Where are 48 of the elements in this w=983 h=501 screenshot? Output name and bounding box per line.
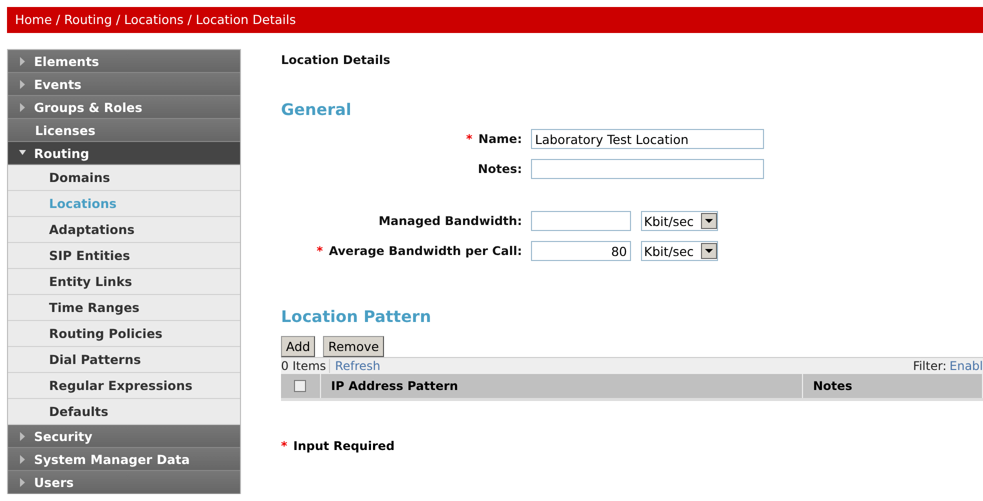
sidebar-group[interactable]: Events [8,73,240,96]
sidebar-item[interactable]: Dial Patterns [8,347,240,373]
page-title: Location Details [281,53,392,67]
caret-down-icon [19,148,26,158]
caret-right-icon [19,478,26,486]
sidebar-group[interactable]: System Manager Data [8,448,240,471]
field-label: Notes: [476,162,522,176]
unit-dropdown[interactable]: Kbit/sec [641,211,718,231]
caret-right-icon [19,102,26,112]
sidebar-group[interactable]: Groups & Roles [8,96,240,119]
filter-link[interactable]: Enabl [946,359,983,373]
sidebar-group[interactable]: Routing [8,142,240,165]
caret-right-icon [19,80,26,88]
required-note: * Input Required [281,439,396,453]
sidebar-item[interactable]: Routing Policies [8,321,240,347]
unit-dropdown[interactable]: Kbit/sec [641,241,718,261]
column-header: IP Address Pattern [331,379,458,393]
column-header: Notes [813,379,852,393]
bandwidth-field[interactable] [531,211,631,231]
caret-right-icon [19,432,26,440]
bandwidth-field[interactable]: 80 [531,241,631,261]
sidebar-item[interactable]: Regular Expressions [8,373,240,399]
section-title: Location Pattern [281,307,432,326]
caret-right-icon [19,56,26,66]
text-field[interactable] [531,159,764,179]
item-count: 0 Items [281,359,326,373]
sidebar-item[interactable]: Defaults [8,399,240,425]
field-label: Managed Bandwidth: [378,214,522,228]
action-button[interactable]: Add [281,336,316,357]
sidebar-item[interactable]: Domains [8,165,240,191]
field-label: * Average Bandwidth per Call: [316,244,522,258]
sidebar-item[interactable]: Adaptations [8,217,240,243]
sidebar-group[interactable]: Licenses [8,119,240,142]
refresh-link[interactable]: Refresh [329,359,380,373]
action-button[interactable]: Remove [323,336,384,357]
section-title: General [281,100,352,119]
sidebar-item[interactable]: Entity Links [8,269,240,295]
breadcrumb-bar: Home / Routing / Locations / Location Details [7,7,983,33]
text-field[interactable]: Laboratory Test Location [531,129,764,149]
sidebar-group[interactable]: Users [8,471,240,494]
sidebar-group[interactable]: Elements [8,50,240,73]
caret-right-icon [19,454,26,464]
field-label: * Name: [465,132,522,146]
sidebar-item[interactable]: SIP Entities [8,243,240,269]
sidebar-item[interactable]: Time Ranges [8,295,240,321]
filter-label: Filter: [912,359,946,373]
select-all-checkbox[interactable] [294,380,306,392]
sidebar-group[interactable]: Security [8,425,240,448]
